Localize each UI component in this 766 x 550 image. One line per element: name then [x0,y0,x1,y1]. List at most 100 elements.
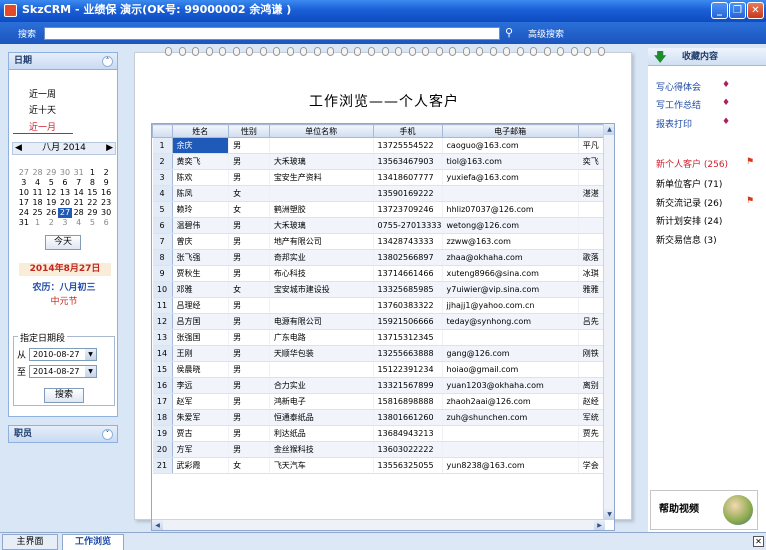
prev-month-icon[interactable]: ◀ [15,143,22,154]
calendar-day[interactable]: 20 [58,198,72,208]
calendar-day[interactable]: 30 [99,208,113,218]
calendar-day[interactable]: 4 [31,178,45,188]
calendar-day[interactable]: 27 [58,208,72,218]
table-row[interactable]: 3 陈欢男宝安生产资料 13418607777 yuxiefa@163.com [152,169,614,186]
vertical-scrollbar[interactable]: ▲ ▼ [603,124,614,520]
table-row[interactable]: 18 朱爱军男恒通泰纸品 13801661260 zuh@shunchen.com 军统 [152,409,614,426]
date-panel-header[interactable]: 日期 ˄ [9,53,117,70]
minimize-button[interactable]: _ [711,2,728,19]
next-month-icon[interactable]: ▶ [106,143,113,154]
item-new-personal-customers[interactable]: 新个人客户 (256) ⚑ [656,157,754,170]
close-button[interactable]: ✕ [747,2,764,19]
table-row[interactable]: 1 余庆男 13725554522 caoguo@163.com 平凡 [152,137,614,154]
calendar-day[interactable]: 28 [31,168,45,178]
calendar-day[interactable]: 15 [86,188,100,198]
restore-button[interactable]: ❐ [729,2,746,19]
calendar-day[interactable]: 6 [58,178,72,188]
calendar-day[interactable]: 22 [86,198,100,208]
from-date-select[interactable]: 2010-08-27 ▼ [29,348,97,361]
table-row[interactable]: 6 温碧伟男大禾玻璃 0755-27013333 wetong@126.com [152,217,614,234]
range-ten-days[interactable]: 近十天 [29,103,56,116]
calendar-day[interactable]: 4 [72,218,86,228]
calendar-day[interactable]: 19 [44,198,58,208]
calendar-day[interactable]: 13 [58,188,72,198]
column-header[interactable]: 单位名称 [268,124,374,138]
table-row[interactable]: 7 曾庆男地产有限公司 13428743333 zzww@163.com [152,233,614,250]
calendar-day[interactable]: 31 [17,218,31,228]
table-row[interactable]: 14 王刚男天顺华包装 13255663888 gang@126.com 刚铁 [152,345,614,362]
close-tab-icon[interactable]: ✕ [753,536,764,547]
table-row[interactable]: 13 张强国男广东电路 13715312345 [152,329,614,346]
range-week[interactable]: 近一周 [29,87,56,100]
calendar-day[interactable]: 31 [72,168,86,178]
table-row[interactable]: 2 黄奕飞男大禾玻璃 13563467903 tiol@163.com 奕飞 [152,153,614,170]
search-icon[interactable]: ⚲ [505,26,513,39]
calendar-day[interactable]: 24 [17,208,31,218]
column-header[interactable]: 电子邮箱 [441,124,579,138]
calendar-day[interactable]: 17 [17,198,31,208]
calendar-day[interactable]: 1 [86,168,100,178]
calendar-day[interactable]: 8 [86,178,100,188]
calendar-day[interactable]: 12 [44,188,58,198]
calendar-day[interactable]: 9 [99,178,113,188]
search-input[interactable] [44,27,500,40]
table-row[interactable]: 17 赵军男鸿新电子 15816898888 zhaoh2aai@126.com 赵经 [152,393,614,410]
scroll-up-icon[interactable]: ▲ [604,124,614,135]
dropdown-arrow-icon[interactable]: ▼ [85,366,96,377]
calendar-day[interactable]: 5 [86,218,100,228]
calendar-day[interactable]: 26 [44,208,58,218]
calendar-day[interactable]: 10 [17,188,31,198]
calendar-day[interactable]: 3 [58,218,72,228]
calendar-day[interactable]: 23 [99,198,113,208]
advanced-search-link[interactable]: 高级搜索 [528,27,564,40]
to-date-select[interactable]: 2014-08-27 ▼ [29,365,97,378]
calendar-day[interactable]: 18 [31,198,45,208]
calendar-day[interactable]: 7 [72,178,86,188]
calendar-day[interactable]: 5 [44,178,58,188]
table-row[interactable]: 11 吕理经男 13760383322 jjhajj1@yahoo.com.cn [152,297,614,314]
table-row[interactable]: 19 贾古男利达纸品 13684943213 贾先 [152,425,614,442]
date-search-button[interactable]: 搜索 [44,388,84,403]
calendar-day[interactable]: 30 [58,168,72,178]
chevron-up-icon[interactable]: ˄ [102,56,113,67]
today-button[interactable]: 今天 [45,235,81,250]
item-new-plans[interactable]: 新计划安排 (24) [656,214,722,227]
scroll-down-icon[interactable]: ▼ [604,509,614,520]
calendar-day[interactable]: 27 [17,168,31,178]
column-header[interactable]: 性别 [228,124,270,138]
table-row[interactable]: 9 贾秋生男布心科技 13714661466 xuteng8966@sina.com 冰… [152,265,614,282]
range-month[interactable]: 近一月 [13,120,73,134]
item-new-communications[interactable]: 新交流记录 (26) ⚑ [656,196,754,209]
scroll-right-icon[interactable]: ▶ [594,520,605,530]
calendar-day[interactable]: 28 [72,208,86,218]
calendar-day[interactable]: 14 [72,188,86,198]
help-video-button[interactable]: 帮助视频 [650,490,758,530]
calendar-day[interactable]: 25 [31,208,45,218]
table-row[interactable]: 8 张飞强男奇邦实业 13802566897 zhaa@okhaha.com 歌落 [152,249,614,266]
calendar-day[interactable]: 6 [99,218,113,228]
calendar-day[interactable]: 3 [17,178,31,188]
calendar-day[interactable]: 11 [31,188,45,198]
link-print-report[interactable]: 报表打印 ♦ [656,117,730,130]
link-write-experience[interactable]: 写心得体会 ♦ [656,80,730,93]
calendar-day[interactable]: 2 [44,218,58,228]
column-header[interactable]: 手机 [372,124,443,138]
table-row[interactable]: 15 侯晨晓男 15122391234 hoiao@gmail.com [152,361,614,378]
calendar-day[interactable]: 29 [44,168,58,178]
horizontal-scrollbar[interactable]: ◀ ▶ [152,519,605,530]
table-row[interactable]: 16 李远男合力实业 13321567899 yuan1203@okhaha.com 离… [152,377,614,394]
table-row[interactable]: 21 武彩霞女飞天汽车 13556325055 yun8238@163.com 学会 [152,457,614,474]
table-row[interactable]: 10 邓雅女宝安城市建设投 13325685985 y7uiwier@vip.sina… [152,281,614,298]
scroll-left-icon[interactable]: ◀ [152,520,163,530]
item-new-company-customers[interactable]: 新单位客户 (71) [656,177,722,190]
table-row[interactable]: 5 赖玲女鹤洲塑胶 13723709246 hhliz07037@126.com [152,201,614,218]
link-write-summary[interactable]: 写工作总结 ♦ [656,98,730,111]
column-header[interactable]: 姓名 [171,124,230,138]
table-row[interactable]: 4 陈凤女 13590169222 湛湛 [152,185,614,202]
tab-main[interactable]: 主界面 [2,534,58,550]
calendar-day[interactable]: 2 [99,168,113,178]
calendar-day[interactable]: 29 [86,208,100,218]
table-row[interactable]: 20 方军男金丝猴科技 13603022222 [152,441,614,458]
tab-work-browse[interactable]: 工作浏览 [62,534,124,550]
calendar-day[interactable]: 1 [31,218,45,228]
